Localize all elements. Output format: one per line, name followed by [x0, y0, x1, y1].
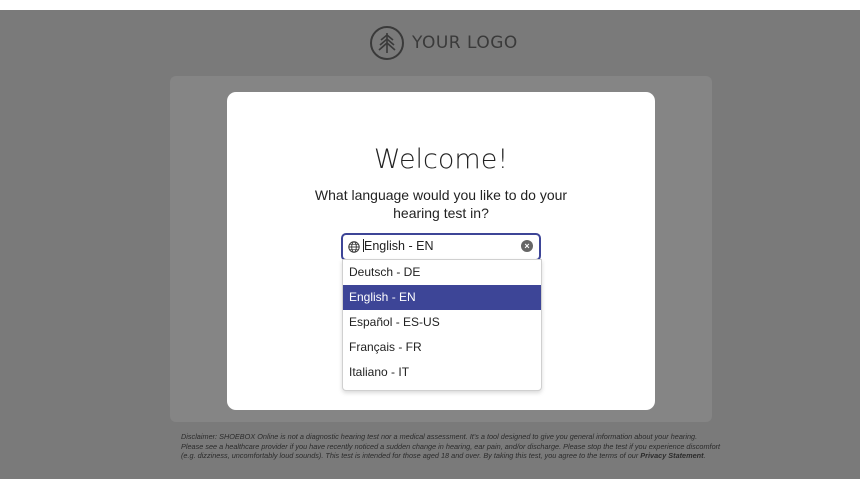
language-select-text: English - EN	[364, 239, 434, 253]
logo-text: YOUR LOGO	[412, 33, 518, 53]
language-modal: Welcome! What language would you like to…	[227, 92, 655, 410]
disclaimer-end: .	[703, 451, 706, 461]
option-italiano[interactable]: Italiano - IT	[343, 360, 541, 385]
language-select[interactable]: English - EN ×	[342, 234, 540, 260]
option-francais[interactable]: Français - FR	[343, 335, 541, 360]
globe-icon	[348, 240, 360, 253]
disclaimer: Disclaimer: SHOEBOX Online is not a diag…	[181, 432, 721, 461]
privacy-statement-link[interactable]: Privacy Statement	[640, 451, 703, 460]
language-dropdown: Deutsch - DE English - EN Español - ES-U…	[342, 259, 542, 391]
tree-icon	[370, 26, 404, 60]
clear-icon[interactable]: ×	[521, 240, 533, 252]
option-deutsch[interactable]: Deutsch - DE	[343, 260, 541, 285]
option-espanol[interactable]: Español - ES-US	[343, 310, 541, 335]
modal-question: What language would you like to do your …	[314, 187, 568, 221]
logo: YOUR LOGO	[370, 26, 518, 60]
modal-title: Welcome!	[373, 144, 509, 175]
language-select-value[interactable]: English - EN	[363, 239, 433, 253]
top-strip	[0, 0, 860, 10]
option-english[interactable]: English - EN	[343, 285, 541, 310]
